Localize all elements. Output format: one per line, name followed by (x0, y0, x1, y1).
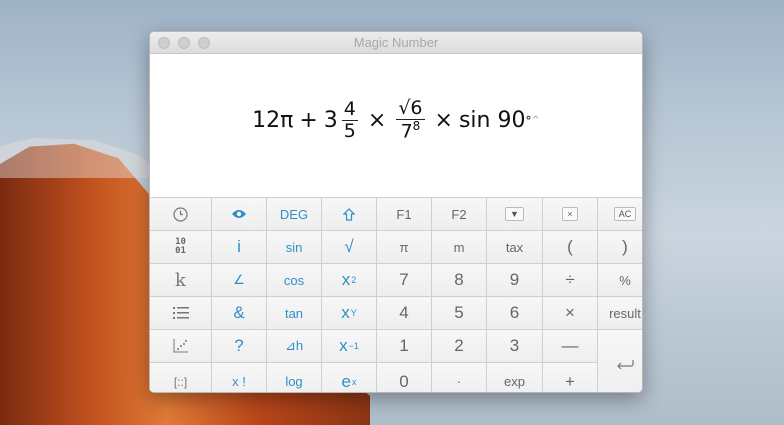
exp-button[interactable]: exp (487, 363, 542, 392)
expr-operator: × (367, 108, 387, 133)
title-bar[interactable]: Magic Number (150, 32, 642, 54)
digit-0-button[interactable]: 0 (377, 363, 431, 392)
return-icon (617, 360, 634, 370)
question-button[interactable]: ? (212, 330, 266, 362)
log-button[interactable]: log (267, 363, 321, 392)
wallpaper-snow (0, 138, 170, 178)
expr-fraction: √6 78 (396, 97, 425, 143)
denominator: 5 (343, 120, 356, 142)
cursor-caret: ^ (531, 115, 540, 126)
close-icon: × (562, 207, 578, 221)
digit-3-button[interactable]: 3 (487, 330, 542, 362)
zoom-window-button[interactable] (198, 37, 210, 49)
digit-5-button[interactable]: 5 (432, 297, 486, 329)
list-button[interactable] (150, 297, 211, 329)
window-title: Magic Number (353, 35, 439, 50)
digit-4-button[interactable]: 4 (377, 297, 431, 329)
multiply-button[interactable]: × (543, 297, 597, 329)
dropdown-button[interactable]: ▼ (487, 198, 542, 230)
factorial-button[interactable]: x ! (212, 363, 266, 392)
expr-operator: + (299, 108, 318, 133)
keypad: DEG F1 F2 ▼ × AC 10 01 i sin √ π m tax (… (150, 197, 642, 392)
app-window: Magic Number 12π + 3 45 × √6 78 × sin 90 °… (149, 31, 643, 393)
close-window-button[interactable] (158, 37, 170, 49)
digit-2-button[interactable]: 2 (432, 330, 486, 362)
shift-button[interactable] (322, 198, 376, 230)
decimal-point-button[interactable]: · (432, 363, 486, 392)
expr-fraction: 45 (341, 98, 358, 142)
all-clear-button[interactable]: AC (598, 198, 642, 230)
expr-operator: × (434, 108, 453, 133)
expr-whole: 3 (323, 108, 338, 133)
visibility-button[interactable] (212, 198, 266, 230)
history-button[interactable] (150, 198, 211, 230)
divide-button[interactable]: ÷ (543, 264, 597, 296)
minimize-window-button[interactable] (178, 37, 190, 49)
angle-button[interactable]: ∠ (212, 264, 266, 296)
imaginary-button[interactable]: i (212, 231, 266, 263)
shift-arrow-icon (343, 207, 355, 221)
constants-k-icon[interactable]: k (150, 264, 211, 296)
sqrt-button[interactable]: √ (322, 231, 376, 263)
square-button[interactable]: x2 (322, 264, 376, 296)
ampersand-button[interactable]: & (212, 297, 266, 329)
power-button[interactable]: xY (322, 297, 376, 329)
expr-term: 12π (252, 108, 294, 133)
numerator: √6 (396, 97, 425, 121)
close-paren-button[interactable]: ) (598, 231, 642, 263)
deg-button[interactable]: DEG (267, 198, 321, 230)
enter-button[interactable] (598, 330, 642, 392)
numerator: 4 (341, 98, 358, 121)
f1-button[interactable]: F1 (377, 198, 431, 230)
sin-button[interactable]: sin (267, 231, 321, 263)
expr-function: sin 90 (458, 108, 526, 133)
triangle-down-icon: ▼ (505, 207, 524, 221)
reciprocal-button[interactable]: x −1 (322, 330, 376, 362)
result-button[interactable]: result (598, 297, 642, 329)
pi-button[interactable]: π (377, 231, 431, 263)
memory-button[interactable]: m (432, 231, 486, 263)
expression-display[interactable]: 12π + 3 45 × √6 78 × sin 90 ° ^ (150, 54, 642, 197)
minus-button[interactable]: — (543, 330, 597, 362)
ac-label: AC (613, 207, 637, 221)
delete-button[interactable]: × (543, 198, 597, 230)
eye-icon (232, 210, 246, 218)
list-icon (172, 307, 189, 319)
exp-e-button[interactable]: ex (322, 363, 376, 392)
digit-8-button[interactable]: 8 (432, 264, 486, 296)
digit-6-button[interactable]: 6 (487, 297, 542, 329)
tax-button[interactable]: tax (487, 231, 542, 263)
matrix-icon[interactable]: [::] (150, 363, 211, 392)
scatter-plot-icon (173, 339, 188, 353)
clock-icon (173, 206, 188, 222)
triangle-h-button[interactable]: ⊿h (267, 330, 321, 362)
binary-icon[interactable]: 10 01 (150, 231, 211, 263)
open-paren-button[interactable]: ( (543, 231, 597, 263)
f2-button[interactable]: F2 (432, 198, 486, 230)
digit-9-button[interactable]: 9 (487, 264, 542, 296)
tan-button[interactable]: tan (267, 297, 321, 329)
cos-button[interactable]: cos (267, 264, 321, 296)
digit-1-button[interactable]: 1 (377, 330, 431, 362)
chart-button[interactable] (150, 330, 211, 362)
plus-button[interactable]: + (543, 363, 597, 392)
percent-button[interactable]: % (598, 264, 642, 296)
denominator: 78 (400, 119, 421, 143)
digit-7-button[interactable]: 7 (377, 264, 431, 296)
